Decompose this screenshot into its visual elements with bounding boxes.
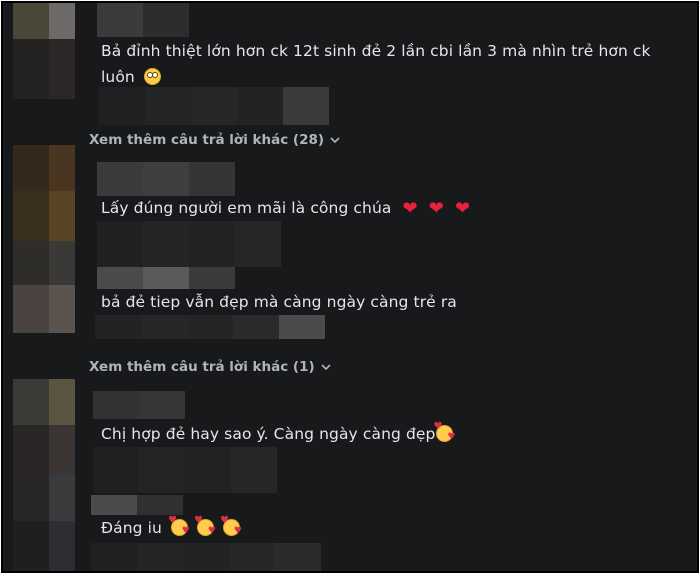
chevron-down-icon: [330, 137, 340, 144]
avatar[interactable]: [13, 379, 85, 475]
action-blur-pixel: [95, 315, 141, 339]
comment-text: Bả đỉnh thiệt lớn hơn ck 12t sinh đẻ 2 l…: [101, 38, 661, 90]
avatar-pixel: [49, 241, 75, 285]
action-blur-pixel: [145, 87, 191, 125]
view-more-replies-link[interactable]: Xem thêm câu trả lời khác (28): [89, 132, 340, 148]
action-blur-pixel: [185, 447, 231, 493]
avatar-pixel: [49, 425, 75, 475]
action-blur-pixel: [97, 221, 143, 267]
name-blur-pixel: [137, 495, 183, 515]
name-blur-pixel: [143, 162, 189, 196]
action-blur-pixel: [233, 315, 279, 339]
action-blur-pixel: [229, 543, 275, 571]
avatar-pixel: [49, 39, 75, 99]
name-blur-pixel: [143, 267, 189, 289]
comment-actions[interactable]: [97, 221, 281, 267]
comment-text: Đáng iu: [101, 515, 661, 541]
red-heart-icon: ❤: [454, 198, 471, 219]
avatar[interactable]: [13, 241, 85, 333]
avatar-pixel: [49, 285, 75, 333]
avatar-pixel: [49, 191, 75, 241]
commenter-name[interactable]: [91, 495, 183, 515]
red-heart-icon: ❤: [428, 198, 444, 219]
action-blur-pixel: [191, 87, 237, 125]
avatar-pixel: [13, 191, 49, 241]
name-blur-pixel: [93, 391, 139, 419]
action-blur-pixel: [141, 315, 187, 339]
action-blur-pixel: [137, 543, 183, 571]
action-blur-pixel: [183, 543, 229, 571]
comment-text: Chị hợp đẻ hay sao ý. Càng ngày càng đẹp: [101, 421, 661, 447]
action-blur-pixel: [235, 221, 281, 267]
avatar[interactable]: [13, 145, 85, 241]
avatar-pixel: [49, 3, 75, 39]
name-blur-pixel: [143, 3, 189, 37]
name-blur-pixel: [97, 267, 143, 289]
avatar-pixel: [13, 425, 49, 475]
more-replies-label: Xem thêm câu trả lời khác (1): [89, 359, 315, 375]
avatar-pixel: [13, 285, 49, 333]
avatar-pixel: [13, 521, 49, 571]
avatar-pixel: [13, 475, 49, 521]
comment-text: Lấy đúng người em mãi là công chúa ❤ ❤ ❤: [101, 195, 661, 221]
comment-body: Đáng iu: [101, 519, 162, 537]
avatar-pixel: [13, 39, 49, 99]
avatar-pixel: [49, 521, 75, 571]
comment-actions[interactable]: [95, 315, 325, 339]
comment-body: bả đẻ tiep vẫn đẹp mà càng ngày càng trẻ…: [101, 293, 457, 311]
smiling-face-with-hearts-icon: [433, 422, 455, 442]
action-blur-pixel: [237, 87, 283, 125]
commenter-name[interactable]: [97, 267, 235, 289]
smiling-face-with-hearts-icon: [220, 516, 242, 536]
avatar-pixel: [49, 145, 75, 191]
avatar-pixel: [13, 3, 49, 39]
comment-body: Bả đỉnh thiệt lớn hơn ck 12t sinh đẻ 2 l…: [101, 42, 651, 86]
chevron-down-icon: [321, 364, 331, 371]
avatar-pixel: [13, 145, 49, 191]
avatar-pixel: [13, 241, 49, 285]
comment-actions[interactable]: [99, 87, 329, 125]
comment-body: Lấy đúng người em mãi là công chúa: [101, 199, 392, 217]
comment-text: bả đẻ tiep vẫn đẹp mà càng ngày càng trẻ…: [101, 289, 661, 315]
name-blur-pixel: [97, 3, 143, 37]
red-heart-icon: ❤: [402, 198, 418, 219]
commenter-name[interactable]: [93, 391, 185, 419]
avatar-pixel: [13, 379, 49, 425]
action-blur-pixel: [99, 87, 145, 125]
action-blur-pixel: [143, 221, 189, 267]
comment-actions[interactable]: [93, 447, 277, 493]
action-blur-pixel: [187, 315, 233, 339]
action-blur-pixel: [139, 447, 185, 493]
view-more-replies-link[interactable]: Xem thêm câu trả lời khác (1): [89, 359, 331, 375]
action-blur-pixel: [283, 87, 329, 125]
action-blur-pixel: [275, 543, 321, 571]
smiling-face-with-hearts-icon: [168, 516, 190, 536]
action-blur-pixel: [189, 221, 235, 267]
more-replies-label: Xem thêm câu trả lời khác (28): [89, 132, 325, 148]
comments-panel: Bả đỉnh thiệt lớn hơn ck 12t sinh đẻ 2 l…: [1, 1, 699, 573]
name-blur-pixel: [189, 162, 235, 196]
commenter-name[interactable]: [97, 3, 189, 37]
avatar[interactable]: [13, 475, 85, 571]
commenter-name[interactable]: [97, 162, 235, 196]
comment-body: Chị hợp đẻ hay sao ý. Càng ngày càng đẹp: [101, 425, 436, 443]
action-blur-pixel: [231, 447, 277, 493]
comment-actions[interactable]: [91, 543, 321, 571]
avatar-pixel: [49, 379, 75, 425]
flushed-face-icon: [143, 68, 161, 85]
action-blur-pixel: [93, 447, 139, 493]
name-blur-pixel: [139, 391, 185, 419]
name-blur-pixel: [91, 495, 137, 515]
name-blur-pixel: [97, 162, 143, 196]
action-blur-pixel: [91, 543, 137, 571]
avatar-pixel: [49, 475, 75, 521]
action-blur-pixel: [279, 315, 325, 339]
smiling-face-with-hearts-icon: [194, 516, 216, 536]
avatar[interactable]: [13, 3, 85, 99]
name-blur-pixel: [189, 267, 235, 289]
